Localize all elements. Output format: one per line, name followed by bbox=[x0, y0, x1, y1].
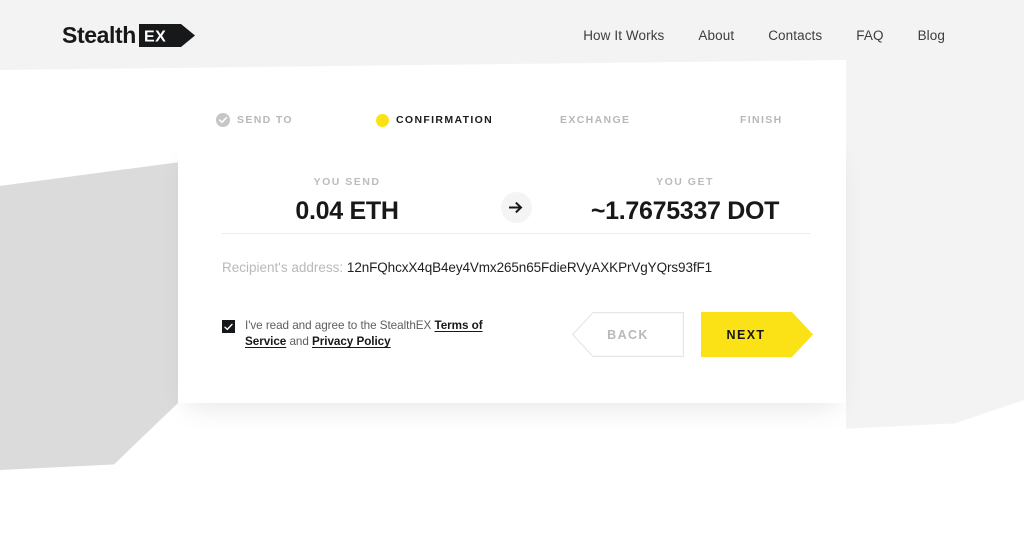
step-tab-confirmation[interactable]: CONFIRMATION bbox=[376, 104, 493, 136]
terms-text-before: I've read and agree to the StealthEX bbox=[245, 319, 435, 332]
confirmation-card: YOU SEND 0.04 ETH YOU GET ~1.7675337 DOT… bbox=[178, 136, 846, 403]
you-get-value: ~1.7675337 DOT bbox=[590, 197, 780, 225]
step-tab-label: CONFIRMATION bbox=[396, 114, 494, 126]
step-tab-label: SEND TO bbox=[237, 114, 293, 126]
logo[interactable]: Stealth EX bbox=[62, 21, 195, 49]
nav-item-about[interactable]: About bbox=[681, 22, 751, 49]
next-button[interactable]: NEXT bbox=[701, 312, 813, 357]
step-tab-label: EXCHANGE bbox=[560, 114, 631, 126]
card-divider bbox=[222, 233, 810, 234]
nav-item-contacts[interactable]: Contacts bbox=[751, 22, 839, 49]
step-tabs: SEND TO CONFIRMATION EXCHANGE FINISH bbox=[178, 104, 846, 136]
terms-agreement-text: I've read and agree to the StealthEX Ter… bbox=[245, 318, 522, 350]
nav-item-blog[interactable]: Blog bbox=[901, 22, 962, 49]
nav-item-how-it-works[interactable]: How It Works bbox=[566, 22, 681, 49]
logo-badge: EX bbox=[138, 23, 195, 47]
recipient-address-label: Recipient's address: bbox=[222, 260, 344, 275]
step-tab-finish[interactable]: FINISH bbox=[740, 104, 783, 136]
card-actions: BACK NEXT bbox=[571, 312, 813, 358]
recipient-address-value: 12nFQhcxX4qB4ey4Vmx265n65FdieRVyAXKPrVgY… bbox=[346, 260, 713, 275]
svg-text:EX: EX bbox=[144, 28, 166, 45]
you-send-value: 0.04 ETH bbox=[295, 197, 399, 225]
main-nav: How It Works About Contacts FAQ Blog bbox=[566, 0, 962, 70]
back-button-label: BACK bbox=[607, 327, 649, 342]
privacy-policy-link[interactable]: Privacy Policy bbox=[312, 335, 391, 348]
step-tab-send-to[interactable]: SEND TO bbox=[216, 104, 293, 136]
step-tab-exchange[interactable]: EXCHANGE bbox=[560, 104, 630, 136]
you-send-label: YOU SEND bbox=[313, 176, 381, 188]
you-send-block: YOU SEND 0.04 ETH bbox=[222, 176, 472, 226]
step-tab-label: FINISH bbox=[740, 114, 783, 126]
check-icon bbox=[224, 323, 233, 330]
page-root: Stealth EX How It Works About Contacts F… bbox=[0, 0, 1024, 545]
you-get-block: YOU GET ~1.7675337 DOT bbox=[560, 176, 810, 226]
terms-text-between: and bbox=[286, 335, 309, 348]
recipient-address-row: Recipient's address: 12nFQhcxX4qB4ey4Vmx… bbox=[222, 260, 712, 275]
back-button[interactable]: BACK bbox=[571, 312, 685, 358]
next-button-label: NEXT bbox=[726, 327, 766, 342]
logo-wordmark: Stealth bbox=[62, 21, 136, 48]
dot-icon bbox=[376, 113, 389, 127]
nav-item-faq[interactable]: FAQ bbox=[839, 22, 900, 49]
arrow-right-icon bbox=[500, 191, 532, 223]
site-header: Stealth EX How It Works About Contacts F… bbox=[0, 0, 1024, 70]
terms-agreement: I've read and agree to the StealthEX Ter… bbox=[222, 318, 522, 350]
check-circle-icon bbox=[216, 113, 230, 127]
you-get-label: YOU GET bbox=[656, 176, 714, 188]
terms-checkbox[interactable] bbox=[222, 320, 235, 333]
exchange-summary: YOU SEND 0.04 ETH YOU GET ~1.7675337 DOT bbox=[222, 176, 810, 226]
card-footer: I've read and agree to the StealthEX Ter… bbox=[222, 312, 813, 374]
